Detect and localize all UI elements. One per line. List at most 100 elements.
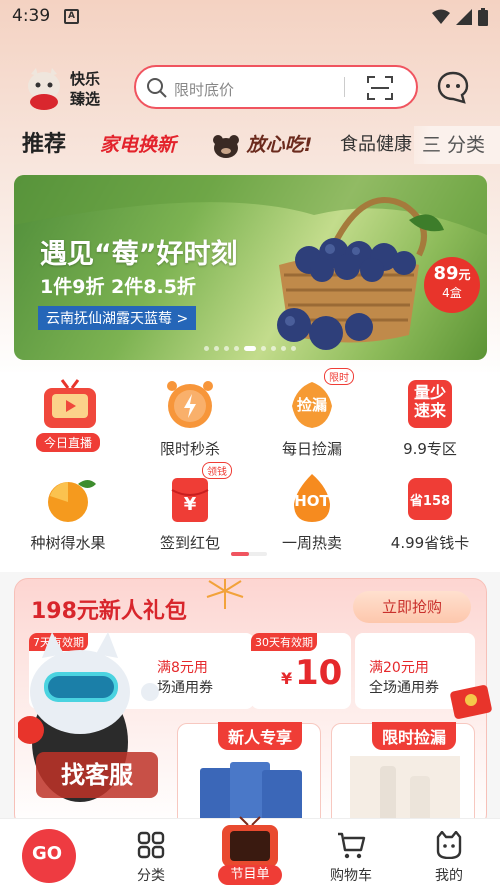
logo-text-line1: 快乐 xyxy=(70,70,101,88)
shortcut-item[interactable]: 省158 4.99省钱卡 xyxy=(370,470,490,553)
mascot-logo-icon xyxy=(28,68,60,110)
flash-deal-card[interactable]: 限时捡漏 xyxy=(331,722,475,827)
message-icon[interactable] xyxy=(436,70,470,104)
coupon-currency: ¥ xyxy=(281,669,293,688)
banner-price-unit: 元 xyxy=(458,268,471,282)
live-tv-icon xyxy=(40,376,96,432)
shortcut-icon-text: 省158 xyxy=(409,494,451,509)
banner-price: 89 xyxy=(433,263,459,284)
shortcut-live-tag: 今日直播 xyxy=(35,433,100,452)
top-header: 快乐 臻选 限时底价 xyxy=(0,60,500,116)
tab-appliance-renew[interactable]: 家电换新 xyxy=(100,126,176,164)
grid-icon xyxy=(137,831,165,859)
category-tabs: 推荐 家电换新 放心吃! 食品健康 三 分类 xyxy=(0,126,500,166)
search-bar[interactable]: 限时底价 xyxy=(134,65,418,109)
promo-banner[interactable]: 遇见“莓”好时刻 1件9折 2件8.5折 云南抚仙湖露天蓝莓 > 89元 4盒 xyxy=(14,175,487,360)
pick-deal-icon: 捡漏 限时 xyxy=(284,368,354,432)
coupon-condition: 满20元用 xyxy=(369,660,429,676)
red-envelope-icon: ¥ 领钱 xyxy=(162,462,232,526)
banner-price-badge: 89元 4盒 xyxy=(424,257,480,313)
shortcut-item[interactable]: 捡漏 限时每日捡漏 xyxy=(252,368,372,459)
nav-home-button[interactable]: GO xyxy=(22,829,76,883)
shortcut-label: 9.9专区 xyxy=(403,440,457,458)
shortcut-label: 种树得水果 xyxy=(30,534,106,552)
product-bottle-image xyxy=(350,756,460,826)
search-icon xyxy=(147,78,167,98)
scan-icon[interactable] xyxy=(367,76,393,100)
search-divider xyxy=(344,77,345,97)
status-bar: 4:39 A xyxy=(0,0,500,34)
small-quick-icon: 量少速来 xyxy=(402,376,458,432)
bottom-nav: GO 分类 节目单 购物车 我的 xyxy=(0,815,500,888)
shortcut-badge: 领钱 xyxy=(202,462,232,479)
tab-recommend[interactable]: 推荐 xyxy=(22,126,66,164)
shortcut-label: 签到红包 xyxy=(159,534,220,552)
nav-label: 购物车 xyxy=(330,868,372,884)
shortcut-icon-text: ¥ xyxy=(183,494,197,515)
orange-icon xyxy=(40,470,96,526)
banner-subline: 1件9折 2件8.5折 xyxy=(40,276,196,298)
shortcut-grid: 今日直播 限时秒杀 捡漏 限时 每日捡漏 量少速来 9.9专区 种树得水果 ¥ 领钱 签到红包 HOT… xyxy=(0,368,500,572)
wifi-icon xyxy=(432,9,450,24)
banner-headline: 遇见“莓”好时刻 xyxy=(40,239,238,270)
save-card-icon: 省158 xyxy=(402,470,458,526)
nav-label: 分类 xyxy=(137,868,165,884)
shortcut-item[interactable]: ¥ 领钱签到红包 xyxy=(130,462,250,553)
shortcut-item[interactable]: 限时秒杀 xyxy=(130,376,250,459)
shortcut-item[interactable]: 种树得水果 xyxy=(8,470,128,553)
cat-face-icon xyxy=(436,830,462,860)
subcard-title: 新人专享 xyxy=(218,722,303,750)
nav-cart[interactable]: 购物车 xyxy=(316,831,386,885)
gift-pack-title: 198元新人礼包 xyxy=(31,599,187,624)
shortcut-item[interactable]: 量少速来 9.9专区 xyxy=(370,376,490,459)
grab-now-button[interactable]: 立即抢购 xyxy=(353,591,471,623)
coupon-amount: 10 xyxy=(295,653,343,693)
red-packet-icon[interactable] xyxy=(448,680,494,720)
subcard-title: 限时捡漏 xyxy=(372,722,457,750)
tab-food-health[interactable]: 食品健康 xyxy=(340,126,415,164)
nav-categories[interactable]: 分类 xyxy=(116,831,186,885)
pagination-dot xyxy=(281,346,286,351)
pagination-dot xyxy=(291,346,296,351)
tab-safe-eat-label: 放心吃! xyxy=(246,134,313,156)
grid-page-indicator xyxy=(231,552,267,556)
banner-pagination xyxy=(204,346,296,351)
pagination-dot xyxy=(271,346,276,351)
new-user-exclusive-card[interactable]: 新人专享 xyxy=(177,722,321,827)
banner-location-tag[interactable]: 云南抚仙湖露天蓝莓 > xyxy=(38,306,197,330)
app-notification-icon: A xyxy=(64,9,79,24)
shortcut-item[interactable]: 今日直播 xyxy=(8,376,128,452)
nav-program-list[interactable]: 节目单 xyxy=(214,815,286,888)
nav-profile[interactable]: 我的 xyxy=(414,830,484,885)
signal-icon xyxy=(456,9,472,25)
tab-categories[interactable]: 三 分类 xyxy=(414,126,500,164)
shortcut-label: 一周热卖 xyxy=(281,534,342,552)
tab-safe-eat[interactable]: 放心吃! xyxy=(212,126,312,164)
shortcut-item[interactable]: HOT 一周热卖 xyxy=(252,470,372,553)
shortcut-label: 限时秒杀 xyxy=(159,440,220,458)
pagination-dot xyxy=(224,346,229,351)
home-go-label: GO xyxy=(32,843,63,864)
shortcut-label: 每日捡漏 xyxy=(281,440,342,458)
cart-icon xyxy=(338,832,366,859)
festival-tv-icon xyxy=(222,816,278,867)
pagination-dot xyxy=(204,346,209,351)
shortcut-label: 4.99省钱卡 xyxy=(390,534,470,552)
pagination-dot xyxy=(214,346,219,351)
coupon-validity-tag: 30天有效期 xyxy=(251,633,317,651)
logo-text-line2: 臻选 xyxy=(70,90,101,108)
coupon-card-2[interactable]: 30天有效期 ¥ 10 xyxy=(251,633,351,709)
bear-icon xyxy=(213,134,239,158)
search-input[interactable]: 限时底价 xyxy=(174,79,234,100)
shortcut-badge: 限时 xyxy=(324,368,354,385)
pagination-dot xyxy=(244,346,256,351)
pagination-dot xyxy=(234,346,239,351)
nav-label: 我的 xyxy=(435,868,463,884)
customer-service-button[interactable]: 找客服 xyxy=(36,752,158,798)
shortcut-icon-text: HOT xyxy=(294,492,330,510)
app-logo[interactable]: 快乐 臻选 xyxy=(22,66,132,110)
status-time: 4:39 xyxy=(12,6,51,26)
firework-icon xyxy=(206,579,244,609)
hot-flame-icon: HOT xyxy=(284,470,340,526)
banner-quantity: 4盒 xyxy=(442,286,462,300)
